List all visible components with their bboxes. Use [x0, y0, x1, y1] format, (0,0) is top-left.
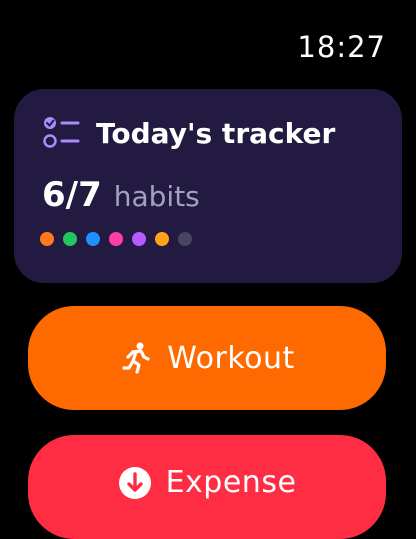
status-time: 18:27: [297, 30, 386, 64]
workout-label: Workout: [167, 340, 295, 376]
habit-dot-done: [40, 232, 54, 246]
habit-dot-done: [155, 232, 169, 246]
workout-button[interactable]: Workout: [28, 306, 386, 410]
running-figure-icon: [122, 342, 150, 374]
checklist-icon: [43, 117, 80, 148]
habit-dot-done: [63, 232, 77, 246]
tracker-header: Today's tracker: [42, 115, 335, 151]
expense-button[interactable]: Expense: [28, 435, 386, 539]
tracker-title: Today's tracker: [96, 116, 336, 150]
expense-label: Expense: [165, 465, 297, 500]
habit-progress: 6/7 habits: [42, 175, 200, 215]
arrow-down-circle-icon: [118, 466, 151, 499]
habit-dot-done: [86, 232, 100, 246]
habit-dot-done: [132, 232, 146, 246]
habit-unit: habits: [113, 180, 200, 213]
habit-dot-pending: [178, 232, 192, 246]
today-tracker-card[interactable]: Today's tracker 6/7 habits: [14, 89, 402, 283]
habit-dots: [40, 232, 201, 246]
habit-count: 6/7: [42, 175, 102, 215]
expense-content: Expense: [28, 465, 386, 500]
habit-dot-done: [109, 232, 123, 246]
